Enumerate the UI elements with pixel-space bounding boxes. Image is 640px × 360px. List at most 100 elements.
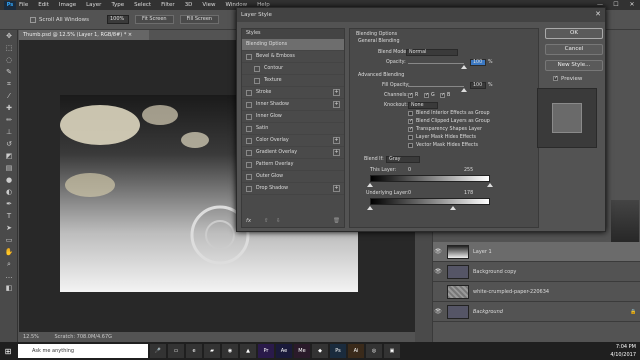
- eye-icon[interactable]: 👁: [433, 268, 443, 275]
- eye-icon[interactable]: 👁: [433, 308, 443, 315]
- add-icon[interactable]: +: [333, 149, 340, 156]
- style-checkbox[interactable]: [246, 149, 252, 156]
- style-checkbox[interactable]: [246, 53, 252, 60]
- dodge-tool-icon[interactable]: ◐: [0, 186, 18, 198]
- trash-icon[interactable]: 🗑: [333, 218, 340, 224]
- hand-tool-icon[interactable]: ✋: [0, 246, 18, 258]
- menu-edit[interactable]: Edit: [38, 2, 49, 8]
- menu-3d[interactable]: 3D: [185, 2, 193, 8]
- close-button[interactable]: ✕: [624, 0, 640, 10]
- mic-icon[interactable]: 🎤: [150, 344, 166, 358]
- option-checkbox[interactable]: [408, 111, 413, 116]
- layer-row[interactable]: 👁 Background 🔒: [433, 302, 640, 322]
- history-brush-icon[interactable]: ↺: [0, 138, 18, 150]
- style-checkbox[interactable]: [246, 125, 252, 132]
- premiere-icon[interactable]: Pr: [258, 344, 274, 358]
- search-box[interactable]: Ask me anything: [18, 344, 148, 358]
- style-pattern-overlay[interactable]: Pattern Overlay: [242, 159, 344, 171]
- channel-g-checkbox[interactable]: [424, 92, 429, 98]
- style-checkbox[interactable]: [246, 101, 252, 108]
- scroll-all-windows-checkbox[interactable]: [30, 16, 36, 23]
- option-checkbox[interactable]: [408, 118, 413, 124]
- style-bevel-emboss[interactable]: Bevel & Emboss: [242, 51, 344, 63]
- style-drop-shadow[interactable]: Drop Shadow +: [242, 183, 344, 195]
- blur-tool-icon[interactable]: ●: [0, 174, 18, 186]
- style-checkbox[interactable]: [246, 161, 252, 168]
- channel-r-checkbox[interactable]: [408, 92, 413, 98]
- stamp-tool-icon[interactable]: ⊥: [0, 126, 18, 138]
- option-checkbox[interactable]: [408, 143, 413, 148]
- underlying-white-knob[interactable]: [450, 206, 456, 210]
- add-icon[interactable]: +: [333, 101, 340, 108]
- new-style-button[interactable]: New Style...: [545, 60, 603, 71]
- style-gradient-overlay[interactable]: Gradient Overlay +: [242, 147, 344, 159]
- layer-row[interactable]: 👁 Background copy: [433, 262, 640, 282]
- close-icon[interactable]: ✕: [595, 10, 601, 18]
- explorer-icon[interactable]: ▰: [204, 344, 220, 358]
- brush-tool-icon[interactable]: ✏: [0, 114, 18, 126]
- style-checkbox[interactable]: [254, 65, 260, 72]
- menu-view[interactable]: View: [202, 2, 215, 8]
- blend-if-select[interactable]: Gray: [386, 156, 420, 163]
- underlying-black-knob[interactable]: [367, 206, 373, 210]
- fit-screen-button[interactable]: Fit Screen: [134, 15, 174, 24]
- knockout-select[interactable]: None: [408, 102, 438, 109]
- menu-select[interactable]: Select: [134, 2, 151, 8]
- photoshop-taskbar-icon[interactable]: Ps: [330, 344, 346, 358]
- menu-type[interactable]: Type: [111, 2, 124, 8]
- style-satin[interactable]: Satin: [242, 123, 344, 135]
- style-texture[interactable]: Texture: [242, 75, 344, 87]
- fill-screen-button[interactable]: Fill Screen: [179, 15, 220, 24]
- color-swatches-icon[interactable]: ◧: [0, 282, 18, 294]
- style-checkbox[interactable]: [246, 89, 252, 96]
- app-icon[interactable]: ◆: [312, 344, 328, 358]
- media-encoder-icon[interactable]: Me: [294, 344, 310, 358]
- move-down-icon[interactable]: ⇩: [276, 218, 281, 224]
- style-contour[interactable]: Contour: [242, 63, 344, 75]
- menu-image[interactable]: Image: [59, 2, 76, 8]
- style-inner-shadow[interactable]: Inner Shadow +: [242, 99, 344, 111]
- path-select-icon[interactable]: ➤: [0, 222, 18, 234]
- style-outer-glow[interactable]: Outer Glow: [242, 171, 344, 183]
- opacity-slider-knob[interactable]: [461, 65, 467, 69]
- media-player-icon[interactable]: ▲: [240, 344, 256, 358]
- channel-b-checkbox[interactable]: [440, 92, 445, 98]
- style-checkbox[interactable]: [246, 173, 252, 180]
- fx-icon[interactable]: fx: [246, 218, 251, 224]
- shape-tool-icon[interactable]: ▭: [0, 234, 18, 246]
- task-view-icon[interactable]: ▭: [168, 344, 184, 358]
- fill-opacity-slider[interactable]: [408, 86, 464, 87]
- fill-opacity-slider-knob[interactable]: [461, 88, 467, 92]
- opacity-slider[interactable]: [408, 63, 464, 64]
- edge-icon[interactable]: e: [186, 344, 202, 358]
- style-checkbox[interactable]: [246, 137, 252, 144]
- app-icon[interactable]: ◎: [366, 344, 382, 358]
- type-tool-icon[interactable]: T: [0, 210, 18, 222]
- chrome-icon[interactable]: ◉: [222, 344, 238, 358]
- zoom-tool-icon[interactable]: ⌕: [0, 258, 18, 270]
- eye-icon[interactable]: 👁: [433, 248, 443, 255]
- option-checkbox[interactable]: [408, 135, 413, 140]
- eyedropper-tool-icon[interactable]: ⁄: [0, 90, 18, 102]
- pen-tool-icon[interactable]: ✒: [0, 198, 18, 210]
- this-layer-white-knob[interactable]: [487, 183, 493, 187]
- add-icon[interactable]: +: [333, 185, 340, 192]
- style-checkbox[interactable]: [246, 113, 252, 120]
- ok-button[interactable]: OK: [545, 28, 603, 39]
- document-tab[interactable]: Thumb.psd @ 12.5% (Layer 1, RGB/8#) * ×: [19, 30, 149, 40]
- zoom-field[interactable]: 100%: [106, 15, 129, 24]
- style-inner-glow[interactable]: Inner Glow: [242, 111, 344, 123]
- preview-checkbox[interactable]: [553, 75, 558, 81]
- system-tray[interactable]: 7:04 PM 4/10/2017: [610, 342, 636, 360]
- windows-start-icon[interactable]: ⊞: [0, 342, 16, 360]
- style-checkbox[interactable]: [254, 77, 260, 84]
- layer-row[interactable]: 👁 Layer 1: [433, 242, 640, 262]
- add-icon[interactable]: +: [333, 89, 340, 96]
- lasso-tool-icon[interactable]: ◌: [0, 54, 18, 66]
- option-checkbox[interactable]: [408, 126, 413, 132]
- this-layer-black-knob[interactable]: [367, 183, 373, 187]
- style-checkbox[interactable]: [246, 185, 252, 192]
- add-icon[interactable]: +: [333, 137, 340, 144]
- style-stroke[interactable]: Stroke +: [242, 87, 344, 99]
- fill-opacity-field[interactable]: 100: [470, 82, 486, 89]
